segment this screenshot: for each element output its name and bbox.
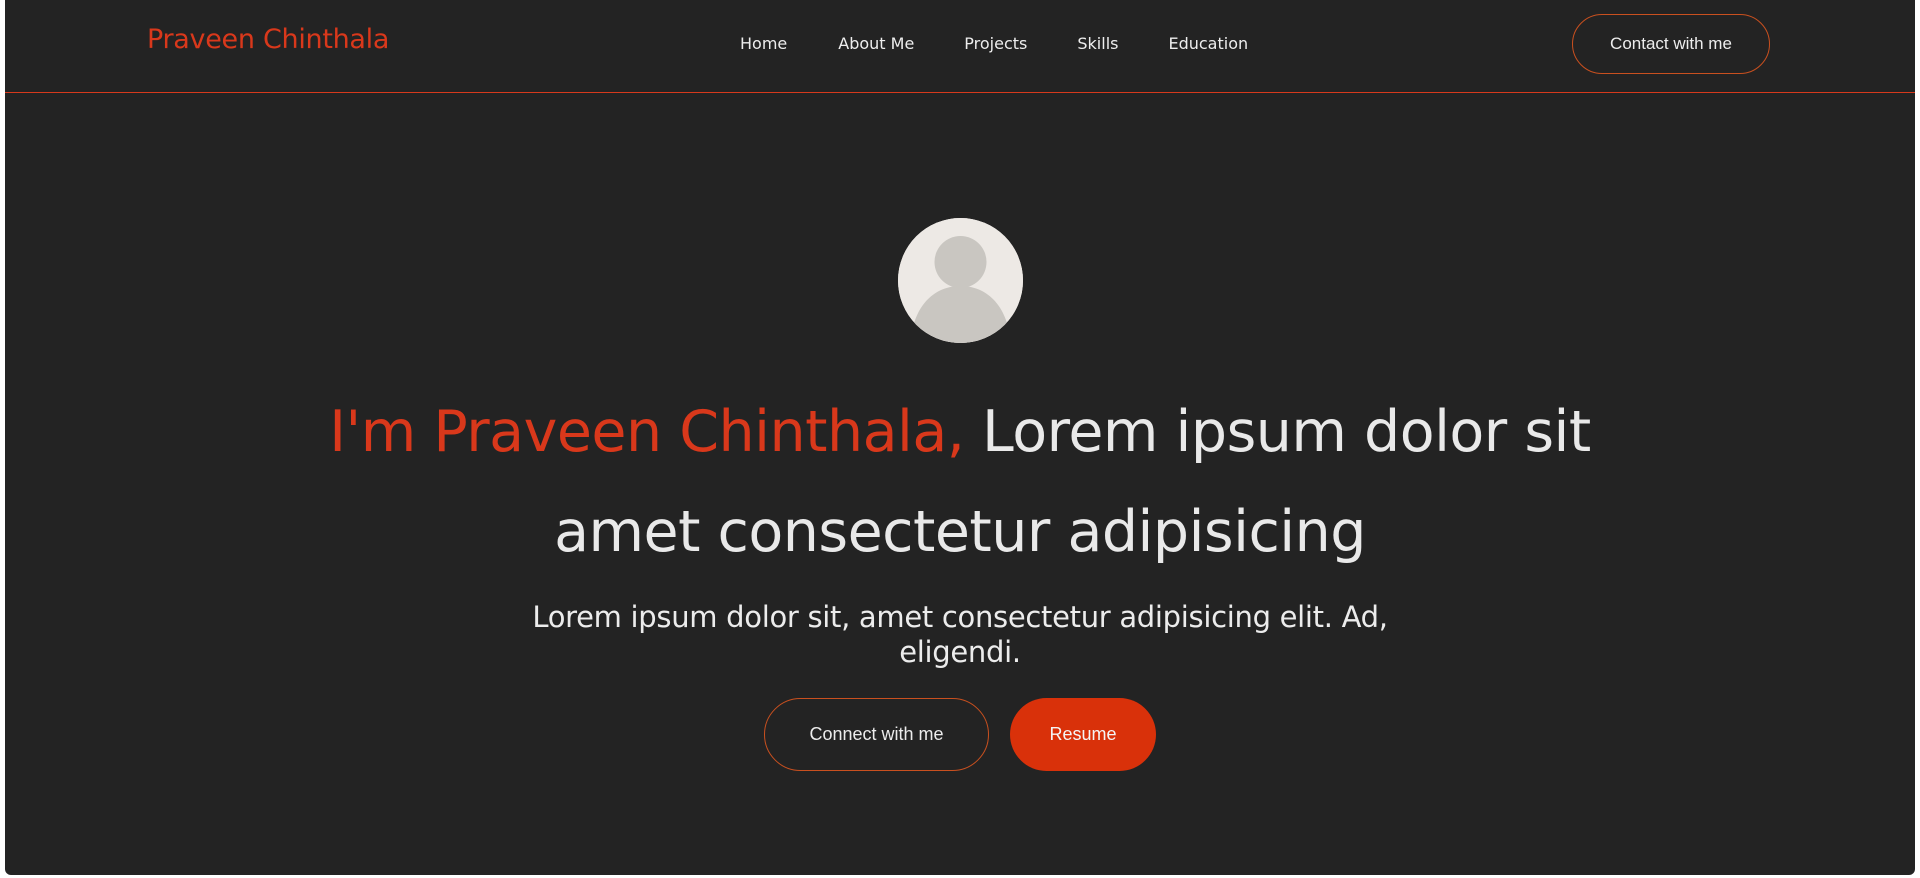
brand-logo[interactable]: Praveen Chinthala xyxy=(147,24,389,55)
subtitle-line1: Lorem ipsum dolor sit, amet consectetur … xyxy=(532,600,1388,634)
hero-actions: Connect with me Resume xyxy=(5,698,1915,771)
headline-line2: amet consectetur adipisicing xyxy=(554,499,1366,565)
nav-link-education[interactable]: Education xyxy=(1168,34,1248,53)
nav-link-projects[interactable]: Projects xyxy=(964,34,1027,53)
subtitle-line2: eligendi. xyxy=(899,635,1021,669)
resume-button[interactable]: Resume xyxy=(1010,698,1156,771)
nav-link-skills[interactable]: Skills xyxy=(1077,34,1118,53)
contact-button[interactable]: Contact with me xyxy=(1572,14,1770,74)
connect-button[interactable]: Connect with me xyxy=(764,698,989,771)
headline-name: I'm Praveen Chinthala, xyxy=(329,399,965,465)
user-avatar-icon xyxy=(898,218,1023,343)
page-frame: Praveen Chinthala Home About Me Projects… xyxy=(5,0,1915,875)
navbar: Praveen Chinthala Home About Me Projects… xyxy=(5,0,1915,93)
nav-link-home[interactable]: Home xyxy=(740,34,787,53)
headline-line1: Lorem ipsum dolor sit xyxy=(964,399,1591,465)
hero-subtitle: Lorem ipsum dolor sit, amet consectetur … xyxy=(510,600,1410,670)
nav-link-about-me[interactable]: About Me xyxy=(838,34,914,53)
avatar xyxy=(898,218,1023,343)
nav-links: Home About Me Projects Skills Education xyxy=(736,34,1248,53)
hero-headline: I'm Praveen Chinthala, Lorem ipsum dolor… xyxy=(5,382,1915,582)
